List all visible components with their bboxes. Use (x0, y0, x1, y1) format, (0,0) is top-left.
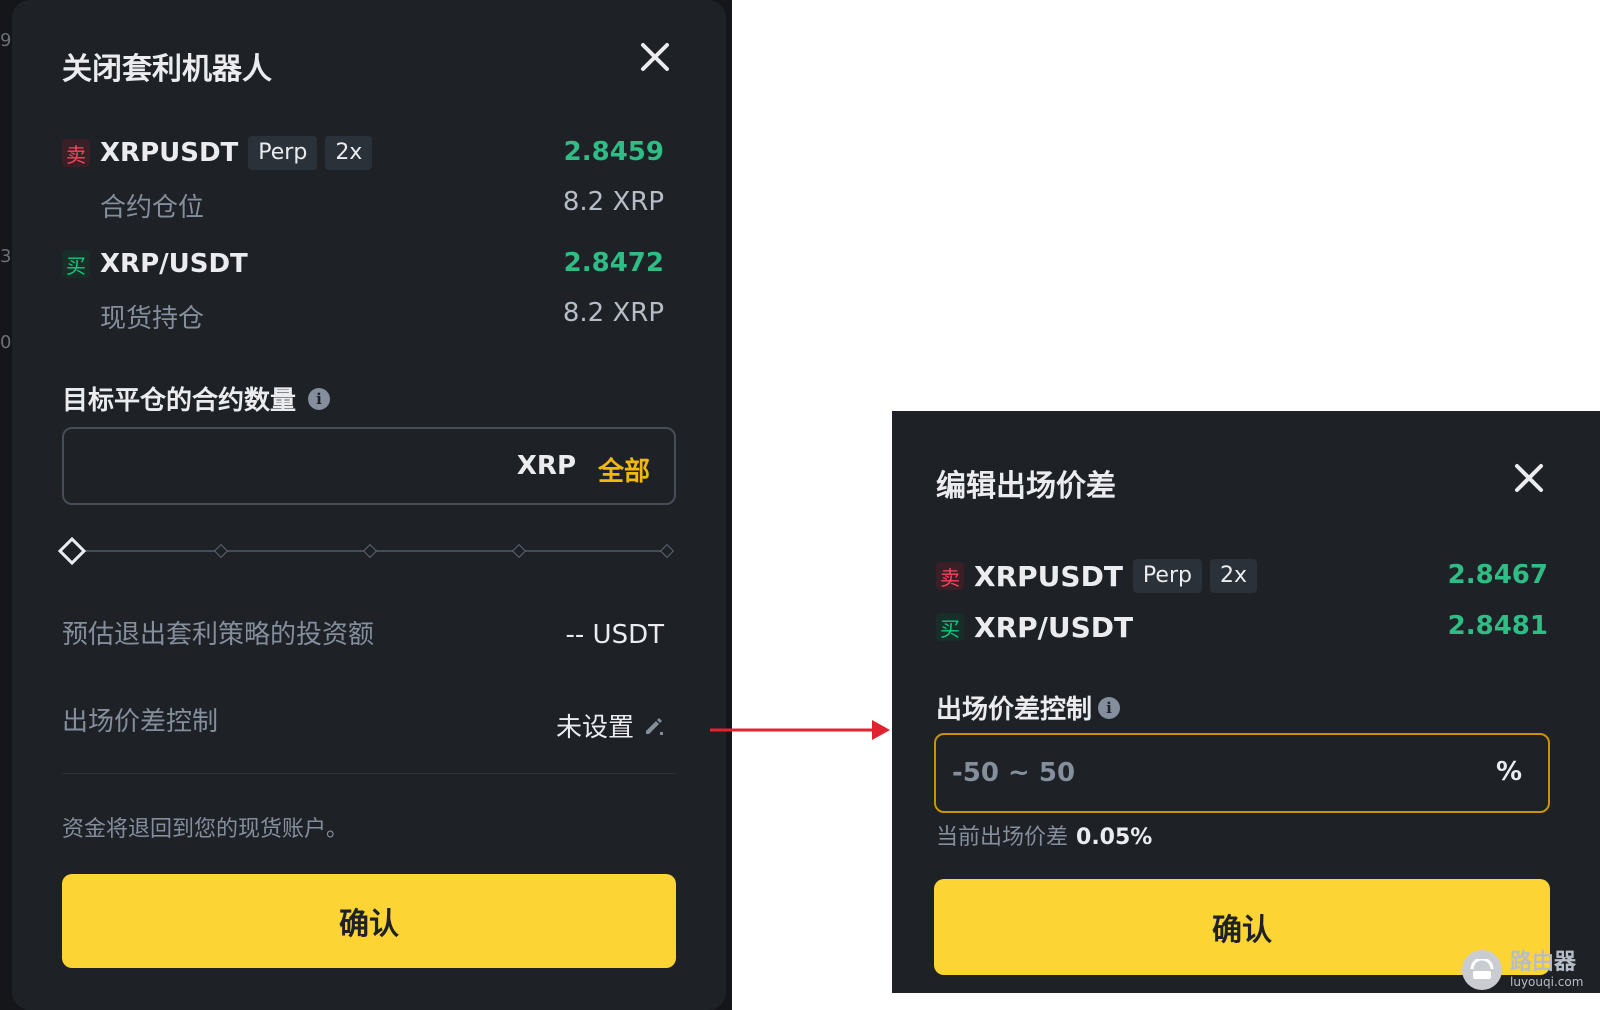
quantity-label-text: 目标平仓的合约数量 (62, 386, 297, 416)
quantity-input[interactable] (80, 429, 446, 503)
refund-note: 资金将退回到您的现货账户。 (62, 817, 349, 842)
leverage-tag: 2x (1209, 559, 1257, 593)
quantity-label: 目标平仓的合约数量 i (62, 380, 331, 417)
leg-row-sell: 卖 XRPUSDT Perp 2x (62, 135, 380, 171)
slider-handle[interactable] (57, 536, 87, 566)
current-spread: 当前出场价差 0.05% (936, 819, 1152, 851)
position-value: 8.2 XRP (562, 187, 664, 217)
router-logo-icon (1462, 950, 1502, 990)
quantity-slider[interactable] (57, 536, 682, 566)
current-spread-label: 当前出场价差 (936, 825, 1069, 850)
current-spread-value: 0.05% (1076, 825, 1153, 850)
buy-badge: 买 (936, 613, 964, 641)
background-text: 9 (0, 30, 12, 51)
quantity-unit: XRP (516, 451, 576, 481)
close-icon[interactable] (638, 40, 672, 74)
exit-spread-value: 未设置 (555, 713, 634, 743)
leg-price: 2.8481 (1447, 611, 1548, 641)
exit-spread-setting[interactable]: 未设置 (556, 707, 666, 744)
watermark: 路由器 luyouqi.com (1462, 950, 1583, 990)
symbol: XRP/USDT (974, 610, 1134, 644)
slider-mark[interactable] (362, 543, 378, 559)
info-icon[interactable]: i (308, 387, 331, 410)
leg-price: 2.8467 (1447, 560, 1548, 590)
position-value: 8.2 XRP (562, 298, 664, 328)
leg-price: 2.8472 (563, 248, 664, 278)
leverage-tag: 2x (325, 136, 373, 170)
symbol: XRPUSDT (100, 138, 239, 168)
sell-badge: 卖 (936, 562, 964, 590)
spread-input[interactable] (952, 735, 1320, 811)
perp-tag: Perp (248, 136, 318, 170)
confirm-button[interactable]: 确认 (62, 874, 676, 968)
divider (62, 773, 676, 774)
spread-label-text: 出场价差控制 (936, 695, 1093, 725)
close-icon[interactable] (1512, 461, 1546, 495)
info-icon[interactable]: i (1098, 696, 1121, 719)
watermark-en: luyouqi.com (1510, 975, 1584, 989)
confirm-button[interactable]: 确认 (934, 879, 1550, 975)
spread-input-box: % (934, 733, 1550, 813)
perp-tag: Perp (1132, 559, 1202, 593)
leg-row-buy: 买 XRP/USDT (936, 609, 1143, 645)
leg-row-buy: 买 XRP/USDT (62, 246, 258, 282)
sell-badge: 卖 (62, 139, 90, 167)
estimate-label: 预估退出套利策略的投资额 (62, 620, 375, 650)
leg-row-sell: 卖 XRPUSDT Perp 2x (936, 558, 1265, 594)
slider-mark[interactable] (213, 543, 229, 559)
quantity-input-box: XRP 全部 (62, 427, 676, 505)
symbol: XRP/USDT (100, 249, 248, 279)
close-bot-modal: 关闭套利机器人 卖 XRPUSDT Perp 2x 2.8459 合约仓位 8.… (12, 0, 726, 1010)
edit-spread-modal: 编辑出场价差 卖 XRPUSDT Perp 2x 2.8467 买 XRP/US… (892, 411, 1600, 993)
slider-mark[interactable] (511, 543, 527, 559)
arrow-right-icon (710, 720, 890, 740)
position-label: 合约仓位 (100, 193, 205, 223)
modal-title: 编辑出场价差 (936, 469, 1116, 504)
max-all-button[interactable]: 全部 (598, 451, 650, 488)
exit-spread-label: 出场价差控制 (62, 707, 219, 737)
buy-badge: 买 (62, 250, 90, 278)
spread-unit: % (1495, 757, 1522, 787)
slider-mark[interactable] (659, 543, 675, 559)
symbol: XRPUSDT (974, 559, 1123, 593)
position-label: 现货持仓 (100, 304, 205, 334)
leg-price: 2.8459 (563, 137, 664, 167)
edit-icon[interactable] (642, 714, 666, 738)
estimate-value: -- USDT (565, 620, 664, 650)
watermark-cn: 路由器 (1510, 950, 1577, 975)
spread-label: 出场价差控制 i (936, 689, 1121, 726)
modal-title: 关闭套利机器人 (62, 52, 272, 87)
